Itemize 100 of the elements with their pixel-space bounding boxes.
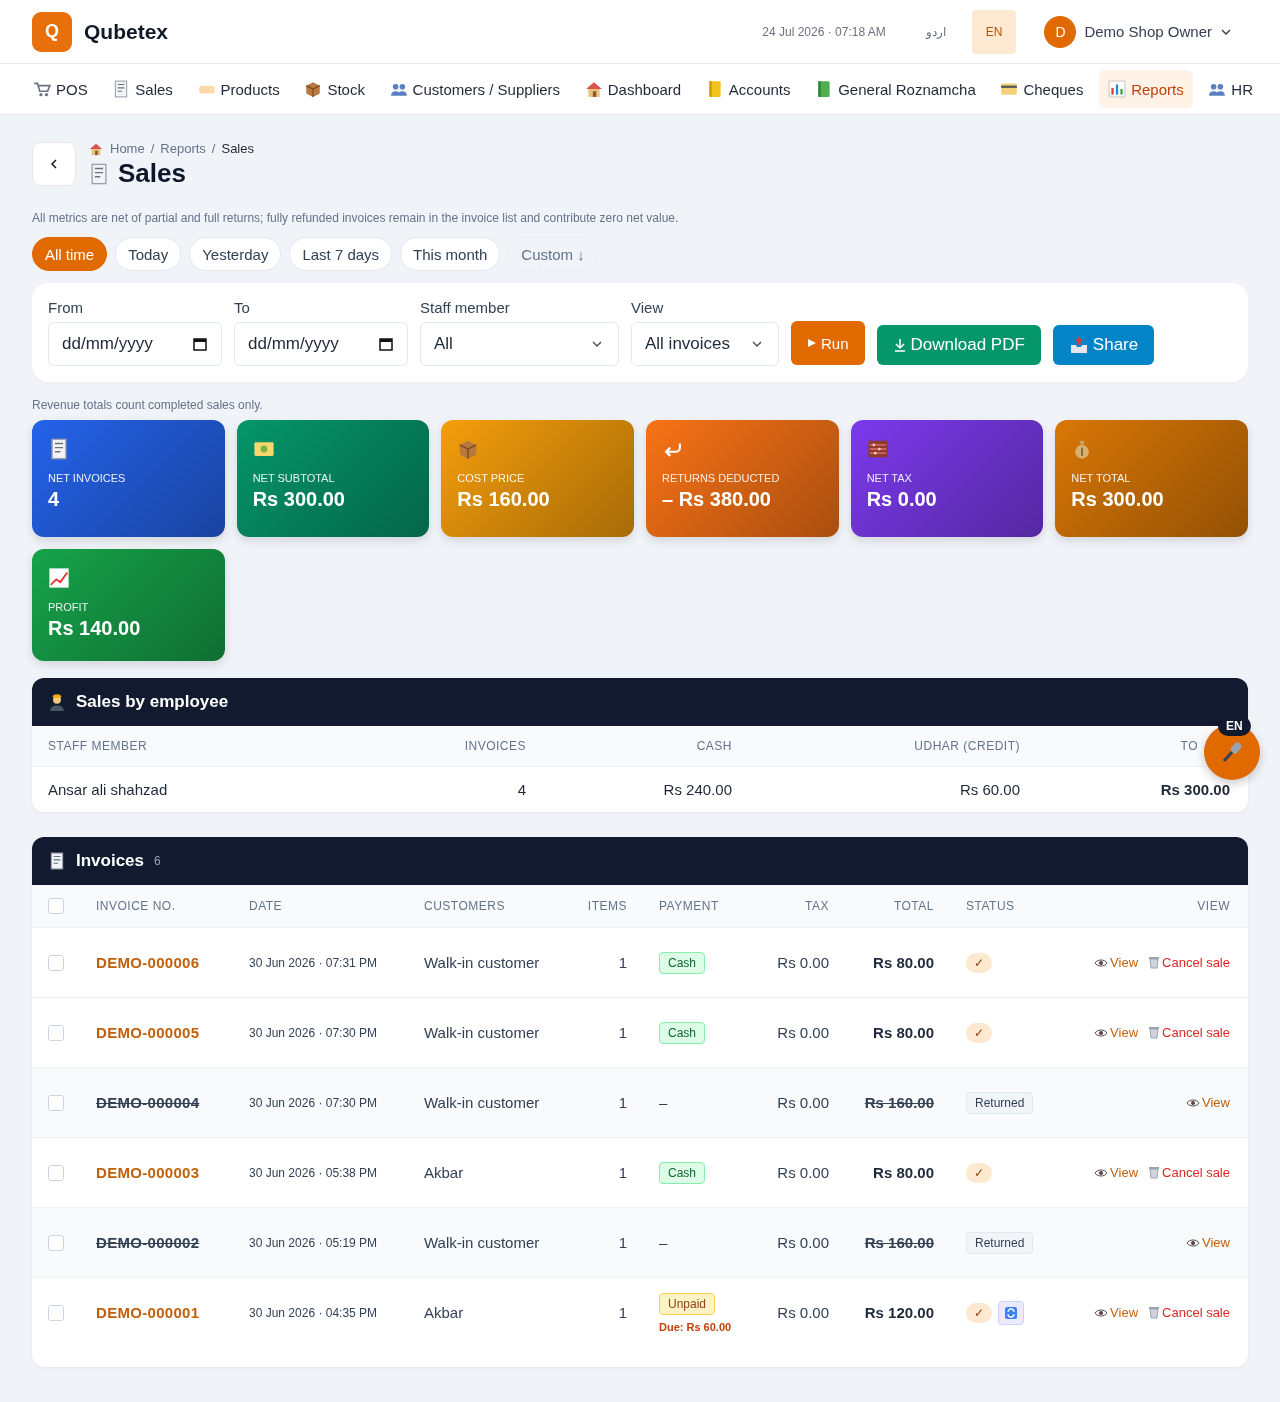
table-cell-text: Rs 0.00 (776, 1304, 829, 1321)
table-cell-text: Walk-in customer (424, 1094, 541, 1111)
status-tag: ✓ (966, 1022, 992, 1043)
trash-icon (1148, 956, 1161, 969)
date-range-chip[interactable]: Today (115, 237, 182, 271)
table-cell-text: 30 Jun 2026 · 07:30 PM (249, 1095, 379, 1110)
invoice-number: DEMO-000004 (96, 1094, 201, 1111)
breadcrumb-link[interactable]: Reports (160, 141, 206, 156)
eye-icon (1186, 1237, 1201, 1248)
table-cell-text: 1 (617, 1304, 627, 1321)
date-field[interactable]: dd/mm/yyyy (48, 322, 222, 366)
invoice-link[interactable]: DEMO-000001 (96, 1304, 249, 1321)
date-range-chip[interactable]: This month (400, 237, 501, 271)
nav-tab[interactable]: Accounts (696, 70, 800, 108)
nav-tab[interactable]: Stock (295, 70, 374, 108)
view-link[interactable]: View (1094, 1025, 1139, 1040)
cancel-sale-link[interactable]: Cancel sale (1148, 1025, 1230, 1040)
calendar-icon[interactable] (379, 337, 393, 351)
date-time: 24 Jul 2026 · 07:18 AM (762, 24, 886, 39)
status-tag: ✓ (966, 1302, 992, 1323)
cancel-sale-link[interactable]: Cancel sale (1148, 1305, 1230, 1320)
trash-icon (1148, 1166, 1161, 1179)
cancel-sale-link[interactable]: Cancel sale (1148, 955, 1230, 970)
trend-chart-icon (48, 567, 70, 589)
receipt-icon (88, 161, 110, 186)
date-range-chip[interactable]: All time (32, 237, 108, 271)
date-field[interactable]: dd/mm/yyyy (234, 322, 408, 366)
row-checkbox[interactable] (48, 1234, 64, 1251)
date-range-chip[interactable]: Yesterday (189, 237, 282, 271)
column-header: CASH (695, 739, 732, 753)
run-button[interactable]: Run (791, 321, 865, 365)
calendar-icon[interactable] (193, 337, 207, 351)
row-checkbox[interactable] (48, 1024, 64, 1041)
field-label: Staff member (420, 299, 511, 316)
nav-tab[interactable]: Customers / Suppliers (380, 70, 570, 108)
select-all-checkbox[interactable] (48, 898, 64, 914)
eye-icon (1094, 1307, 1109, 1318)
eye-icon (1186, 1097, 1201, 1108)
user-menu[interactable]: D Demo Shop Owner (1038, 14, 1238, 49)
nav-tab[interactable]: HR (1199, 70, 1262, 108)
nav-tab[interactable]: Products (188, 70, 289, 108)
select-field[interactable]: All invoices (631, 322, 779, 366)
exchange-button[interactable] (998, 1300, 1024, 1325)
back-button[interactable] (32, 142, 76, 186)
eye-icon (1094, 1027, 1109, 1038)
table-cell-text: Rs 300.00 (1159, 781, 1230, 798)
metric-value: – Rs 380.00 (662, 488, 772, 511)
view-link[interactable]: View (1186, 1235, 1230, 1250)
card-icon (1000, 80, 1019, 98)
table-cell: – (659, 1234, 668, 1251)
select-field[interactable]: All (420, 322, 619, 366)
row-checkbox[interactable] (48, 954, 64, 971)
nav-tab[interactable]: Dashboard (575, 70, 691, 108)
table-cell-text: Rs 0.00 (776, 1094, 829, 1111)
nav-tab[interactable]: Reports (1099, 70, 1193, 108)
language-button[interactable]: EN (971, 9, 1017, 54)
table-cell-text: Rs 60.00 (958, 781, 1020, 798)
share-button[interactable]: Share (1052, 325, 1155, 365)
view-link[interactable]: View (1094, 1305, 1139, 1320)
table-cell-text: 1 (617, 954, 627, 971)
nav-tab[interactable]: General Roznamcha (806, 70, 985, 108)
row-checkbox[interactable] (48, 1304, 64, 1321)
table-cell-text: 30 Jun 2026 · 05:19 PM (249, 1235, 379, 1250)
table-cell-text: 1 (617, 1164, 627, 1181)
column-header: INVOICES (463, 739, 526, 753)
invoice-link[interactable]: DEMO-000006 (96, 954, 249, 971)
table-cell-text: Rs 240.00 (662, 781, 732, 798)
revenue-note: Revenue totals count completed sales only. (32, 398, 264, 412)
table-cell-text: 30 Jun 2026 · 05:38 PM (249, 1165, 379, 1180)
nav-tab[interactable]: Cheques (991, 70, 1093, 108)
nav-tab[interactable]: POS (24, 70, 97, 108)
table-cell-text: Walk-in customer (424, 954, 541, 971)
metric-label: NET TOTAL (1071, 472, 1132, 484)
download-button[interactable]: Download PDF (876, 325, 1041, 365)
metric-label: COST PRICE (457, 472, 526, 484)
table-cell-text: 30 Jun 2026 · 04:35 PM (249, 1305, 379, 1320)
metric-label: PROFIT (48, 601, 90, 613)
nav-tab[interactable]: Sales (103, 70, 182, 108)
download-icon (892, 338, 907, 352)
date-range-chip[interactable]: Last 7 days (289, 237, 393, 271)
language-button[interactable]: اردو (911, 9, 960, 54)
invoice-link[interactable]: DEMO-000005 (96, 1024, 249, 1041)
row-checkbox[interactable] (48, 1094, 64, 1111)
table-cell-text: Rs 80.00 (872, 1164, 934, 1181)
column-header: TO (1179, 739, 1199, 753)
table-cell-text: Rs 0.00 (776, 1164, 829, 1181)
view-link[interactable]: View (1186, 1095, 1230, 1110)
breadcrumb-link[interactable]: Home (110, 141, 145, 156)
chevron-left-icon (48, 158, 60, 170)
view-link[interactable]: View (1094, 955, 1139, 970)
metric-label: NET TAX (866, 472, 913, 484)
breadcrumb-current: Sales (221, 141, 254, 156)
language-badge: EN (1218, 716, 1251, 736)
metric-value: Rs 140.00 (48, 617, 142, 640)
view-link[interactable]: View (1094, 1165, 1139, 1180)
page-title: Sales (118, 158, 186, 189)
table-cell-text: 1 (617, 1094, 627, 1111)
invoice-link[interactable]: DEMO-000003 (96, 1164, 249, 1181)
cancel-sale-link[interactable]: Cancel sale (1148, 1165, 1230, 1180)
row-checkbox[interactable] (48, 1164, 64, 1181)
